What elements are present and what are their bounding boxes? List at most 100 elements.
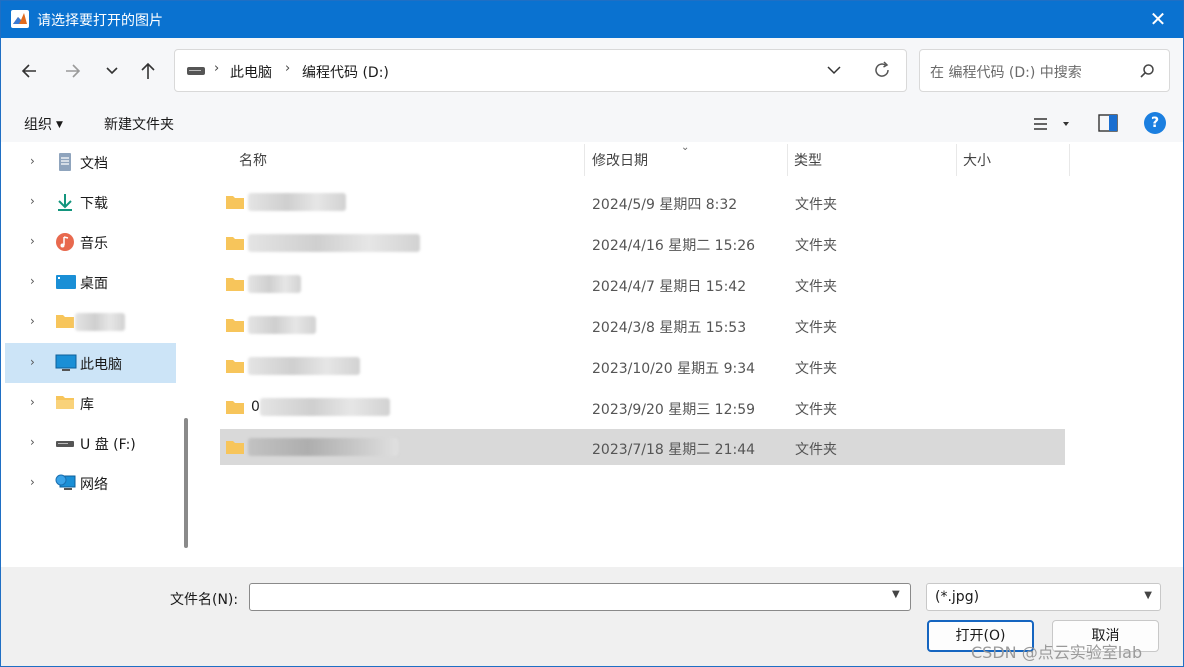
address-history-chevron-icon[interactable] <box>826 62 848 82</box>
file-row-selected[interactable]: 2023/7/18 星期二 21:44 文件夹 <box>220 429 1065 465</box>
close-icon[interactable]: ✕ <box>1147 8 1169 30</box>
file-row[interactable]: 2024/5/9 星期四 8:32 文件夹 <box>220 184 1065 220</box>
row-modified-date: 2024/4/7 星期日 15:42 <box>592 279 747 295</box>
folder-icon <box>226 401 244 414</box>
sidebar-item-label: 网络 <box>80 477 108 493</box>
redacted-file-name <box>248 357 360 375</box>
file-row[interactable]: 2024/3/8 星期五 15:53 文件夹 <box>220 307 1065 343</box>
preview-pane-icon[interactable] <box>1098 114 1118 132</box>
sidebar-item-desktop[interactable]: › 桌面 <box>5 262 176 302</box>
column-divider[interactable] <box>584 144 585 176</box>
file-row[interactable]: 2024/4/16 星期二 15:26 文件夹 <box>220 225 1065 261</box>
row-type: 文件夹 <box>795 361 837 377</box>
sort-descending-icon: ⌄ <box>681 142 690 153</box>
breadcrumb-drive-d[interactable]: 编程代码 (D:) <box>302 62 389 82</box>
column-header-name[interactable]: 名称 <box>239 150 267 170</box>
column-divider[interactable] <box>787 144 788 176</box>
sidebar-item-usb-drive[interactable]: › U 盘 (F:) <box>5 423 176 463</box>
row-type: 文件夹 <box>795 402 837 418</box>
column-header-modified[interactable]: 修改日期 <box>592 150 648 170</box>
search-icon[interactable] <box>1139 63 1155 79</box>
chevron-right-icon[interactable]: › <box>30 154 35 168</box>
search-input[interactable]: 在 编程代码 (D:) 中搜索 <box>930 62 1082 82</box>
refresh-icon[interactable] <box>872 60 894 82</box>
chevron-right-icon[interactable]: › <box>30 435 35 449</box>
redacted-file-name <box>248 316 316 334</box>
file-row[interactable]: 2024/4/7 星期日 15:42 文件夹 <box>220 266 1065 302</box>
help-icon[interactable]: ? <box>1144 112 1166 134</box>
music-icon <box>55 232 75 252</box>
row-type: 文件夹 <box>795 279 837 295</box>
row-name-prefix: 0 <box>251 399 260 415</box>
folder-icon <box>226 196 244 209</box>
new-folder-button[interactable]: 新建文件夹 <box>104 114 174 134</box>
chevron-right-icon[interactable]: › <box>30 475 35 489</box>
filename-input[interactable] <box>249 583 911 611</box>
row-modified-date: 2023/9/20 星期三 12:59 <box>592 402 756 418</box>
column-divider[interactable] <box>1069 144 1070 176</box>
sidebar-item-library[interactable]: › 库 <box>5 383 176 423</box>
chevron-right-icon[interactable]: › <box>30 395 35 409</box>
chevron-down-icon: ▼ <box>1144 590 1152 601</box>
file-row[interactable]: 2023/10/20 星期五 9:34 文件夹 <box>220 348 1065 384</box>
folder-icon <box>226 319 244 332</box>
row-modified-date: 2023/7/18 星期二 21:44 <box>592 442 756 458</box>
sidebar-item-music[interactable]: › 音乐 <box>5 222 176 262</box>
breadcrumb-separator-icon: › <box>214 61 220 76</box>
redacted-file-name <box>260 398 390 416</box>
filename-label: 文件名(N): <box>170 592 239 608</box>
sidebar-item-label: 此电脑 <box>80 357 122 373</box>
sidebar-item-folder[interactable]: › <box>5 302 176 342</box>
sidebar-item-label: 库 <box>80 397 94 413</box>
column-header-type[interactable]: 类型 <box>794 150 822 170</box>
sidebar-item-this-pc[interactable]: › 此电脑 <box>5 343 176 383</box>
sidebar-item-label: 桌面 <box>80 276 108 292</box>
sidebar-item-network[interactable]: › 网络 <box>5 463 176 503</box>
back-arrow-icon[interactable] <box>16 58 42 84</box>
folder-icon <box>226 278 244 291</box>
file-type-filter-select[interactable]: (*.jpg) ▼ <box>926 583 1161 611</box>
row-type: 文件夹 <box>795 197 837 213</box>
chevron-right-icon[interactable]: › <box>30 274 35 288</box>
breadcrumb-this-pc[interactable]: 此电脑 <box>230 62 272 82</box>
forward-arrow-icon[interactable] <box>60 58 86 84</box>
address-bar[interactable]: › 此电脑 › 编程代码 (D:) <box>174 49 907 92</box>
network-icon <box>55 473 76 493</box>
view-options-icon[interactable] <box>1032 115 1069 133</box>
organize-label: 组织 <box>24 117 52 133</box>
sidebar-item-downloads[interactable]: › 下载 <box>5 182 176 222</box>
column-header-size[interactable]: 大小 <box>963 150 991 170</box>
recent-locations-chevron-icon[interactable] <box>99 58 125 84</box>
filename-history-chevron-icon[interactable]: ▼ <box>892 589 900 600</box>
library-icon <box>55 393 75 413</box>
chevron-right-icon[interactable]: › <box>30 314 35 328</box>
navigation-bar: › 此电脑 › 编程代码 (D:) 在 编程代码 (D:) 中搜索 <box>1 38 1183 104</box>
computer-icon <box>55 353 77 373</box>
drive-icon <box>187 67 205 75</box>
chevron-right-icon[interactable]: › <box>30 234 35 248</box>
window-title: 请选择要打开的图片 <box>37 13 163 29</box>
chevron-right-icon[interactable]: › <box>30 194 35 208</box>
dialog-footer: 文件名(N): ▼ (*.jpg) ▼ 打开(O) 取消 CSDN @点云实验室… <box>1 567 1183 666</box>
redacted-file-name <box>248 234 420 252</box>
file-list: 名称 ⌄ 修改日期 类型 大小 2024/5/9 星期四 8:32 文件夹 20… <box>197 142 1183 567</box>
row-type: 文件夹 <box>795 238 837 254</box>
redacted-file-name <box>248 193 346 211</box>
folder-icon <box>226 237 244 250</box>
redacted-file-name <box>248 438 398 456</box>
navigation-pane: › 文档 › 下载 › 音乐 › 桌面 › › 此电脑 › 库 › U 盘 (F… <box>1 142 194 567</box>
title-bar: 请选择要打开的图片 ✕ <box>1 1 1183 38</box>
chevron-right-icon[interactable]: › <box>30 355 35 369</box>
sidebar-scrollbar[interactable] <box>184 418 188 548</box>
organize-menu-button[interactable]: 组织 ▼ <box>24 114 63 134</box>
row-type: 文件夹 <box>795 320 837 336</box>
file-row[interactable]: 0 2023/9/20 星期三 12:59 文件夹 <box>220 389 1065 425</box>
column-divider[interactable] <box>956 144 957 176</box>
sidebar-item-documents[interactable]: › 文档 <box>5 142 176 182</box>
sidebar-item-label: 下载 <box>80 196 108 212</box>
app-logo-icon <box>11 10 29 28</box>
sidebar-item-label: 文档 <box>80 156 108 172</box>
search-box[interactable]: 在 编程代码 (D:) 中搜索 <box>919 49 1170 92</box>
up-arrow-icon[interactable] <box>135 58 161 84</box>
usb-drive-icon <box>55 433 75 453</box>
